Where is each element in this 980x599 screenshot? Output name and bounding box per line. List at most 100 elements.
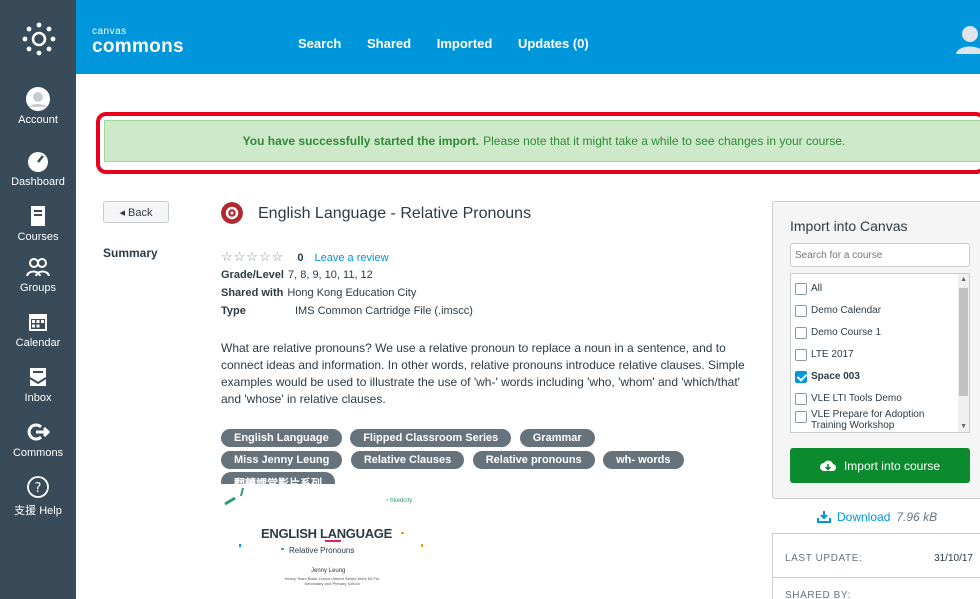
course-label: Space 003	[811, 371, 860, 382]
nav-help[interactable]: ? 支援 Help	[0, 474, 76, 518]
help-icon: ?	[27, 476, 49, 498]
course-item-selected[interactable]: Space 003	[795, 365, 963, 388]
nav-courses-label: Courses	[17, 231, 59, 243]
scroll-thumb[interactable]	[959, 288, 968, 396]
highlight-outline	[96, 112, 980, 174]
courses-icon	[31, 206, 45, 226]
resource-description: What are relative pronouns? We use a rel…	[221, 341, 745, 406]
course-list-scrollbar[interactable]: ▲ ▼	[958, 274, 969, 432]
nav-inbox[interactable]: Inbox	[0, 364, 76, 404]
hkedcity-logo-icon: ◔ hkedcity	[385, 498, 413, 504]
nav-inbox-label: Inbox	[24, 392, 52, 404]
nav-calendar[interactable]: Calendar	[0, 309, 76, 349]
type-row: Type IMS Common Cartridge File (.imscc)	[221, 305, 473, 317]
account-icon	[26, 87, 50, 111]
shared-by-label: SHARED BY:	[785, 590, 852, 599]
course-item[interactable]: VLE LTI Tools Demo	[795, 387, 963, 410]
nav-help-label: 支援 Help	[14, 505, 62, 517]
download-icon	[817, 511, 831, 523]
course-search-input[interactable]	[790, 243, 970, 267]
nav-account-label: Account	[18, 114, 58, 126]
global-nav: Account Dashboard Courses Groups Calenda…	[0, 0, 76, 599]
info-divider	[773, 577, 980, 578]
nav-shared-link[interactable]: Shared	[367, 36, 411, 51]
nav-dashboard[interactable]: Dashboard	[0, 148, 76, 188]
course-item[interactable]: Demo Calendar	[795, 299, 963, 322]
star-rating-icon[interactable]: ☆☆☆☆☆	[221, 249, 284, 264]
nav-dashboard-label: Dashboard	[11, 176, 65, 188]
nav-search-link[interactable]: Search	[298, 36, 341, 51]
course-checkbox[interactable]	[795, 348, 807, 361]
scroll-down-icon[interactable]: ▼	[960, 423, 967, 430]
import-button-label: Import into course	[843, 458, 941, 473]
top-nav: Search Shared Imported Updates (0)	[298, 36, 611, 51]
app-root: Account Dashboard Courses Groups Calenda…	[0, 0, 980, 599]
svg-text:?: ?	[35, 481, 42, 496]
thumbnail-caption: Heavy Team Basic Lesson Aimed Series Wor…	[284, 576, 380, 586]
last-update-label: LAST UPDATE:	[785, 553, 863, 564]
nav-calendar-label: Calendar	[15, 337, 61, 349]
tag[interactable]: English Language	[221, 429, 342, 447]
nav-account[interactable]: Account	[0, 86, 76, 126]
inbox-icon	[29, 368, 47, 386]
cloud-download-icon	[819, 460, 836, 471]
course-checkbox[interactable]	[795, 392, 807, 405]
nav-commons[interactable]: Commons	[0, 419, 76, 459]
canvas-logo-icon[interactable]	[22, 22, 56, 56]
commons-icon	[27, 423, 51, 441]
tag[interactable]: Grammar	[519, 429, 595, 447]
grade-label: Grade/Level	[221, 269, 284, 281]
import-panel-title: Import into Canvas	[790, 218, 908, 234]
course-checkbox[interactable]	[795, 411, 807, 423]
last-update-value: 31/10/17	[934, 553, 973, 564]
shared-with-label: Shared with	[221, 287, 284, 299]
course-checkbox[interactable]	[795, 326, 807, 339]
resource-thumbnail: ◔ hkedcity ENGLISH LANGUAGE Relative Pro…	[221, 484, 431, 599]
download-label: Download	[837, 510, 891, 524]
course-list[interactable]: All Demo Calendar Demo Course 1 LTE 2017…	[790, 273, 970, 433]
thumbnail-subtitle: Relative Pronouns	[289, 546, 355, 555]
resource-info-box: LAST UPDATE: 31/10/17 SHARED BY:	[772, 533, 980, 599]
calendar-icon	[29, 314, 47, 331]
download-size: 7.96 kB	[896, 510, 938, 524]
course-item-all[interactable]: All	[795, 277, 963, 300]
course-label: Demo Calendar	[811, 305, 882, 316]
nav-updates-link[interactable]: Updates (0)	[518, 36, 589, 51]
tag[interactable]: Relative Clauses	[350, 451, 465, 469]
course-label: Demo Course 1	[811, 327, 882, 338]
nav-commons-label: Commons	[12, 447, 64, 459]
download-link[interactable]: Download 7.96 kB	[817, 510, 937, 524]
course-checkbox[interactable]	[795, 304, 807, 317]
shared-with-value: Hong Kong Education City	[287, 287, 417, 299]
course-item[interactable]: Demo Course 1	[795, 321, 963, 344]
course-label: LTE 2017	[811, 349, 854, 360]
import-into-course-button[interactable]: Import into course	[790, 448, 970, 483]
tag[interactable]: Miss Jenny Leung	[221, 451, 343, 469]
back-button[interactable]: ◂ Back	[103, 201, 169, 223]
rating-row: ☆☆☆☆☆ 0 Leave a review	[221, 249, 389, 265]
thumbnail-author: Jenny Leung	[311, 568, 346, 574]
leave-review-link[interactable]: Leave a review	[315, 252, 389, 264]
summary-label: Summary	[103, 246, 158, 260]
type-value: IMS Common Cartridge File (.imscc)	[295, 305, 473, 317]
tag[interactable]: wh- words	[603, 451, 684, 469]
tag[interactable]: Flipped Classroom Series	[350, 429, 512, 447]
course-item[interactable]: LTE 2017	[795, 343, 963, 366]
groups-icon	[26, 258, 50, 277]
commons-brand[interactable]: canvas commons	[92, 27, 184, 57]
nav-imported-link[interactable]: Imported	[437, 36, 493, 51]
course-label: All	[811, 283, 823, 294]
course-item[interactable]: VLE Prepare for Adoption Training Worksh…	[795, 409, 963, 432]
tag[interactable]: Relative pronouns	[472, 451, 595, 469]
resource-title: English Language - Relative Pronouns	[258, 205, 532, 222]
top-bar: canvas commons Search Shared Imported Up…	[76, 0, 980, 74]
nav-groups-label: Groups	[19, 282, 57, 294]
user-avatar-icon[interactable]	[956, 24, 980, 54]
course-checkbox-checked[interactable]	[795, 370, 807, 383]
course-checkbox[interactable]	[795, 282, 807, 295]
brand-big: commons	[92, 36, 184, 57]
nav-groups[interactable]: Groups	[0, 254, 76, 294]
scroll-up-icon[interactable]: ▲	[960, 276, 967, 283]
resource-type-icon	[221, 202, 243, 224]
nav-courses[interactable]: Courses	[0, 203, 76, 243]
